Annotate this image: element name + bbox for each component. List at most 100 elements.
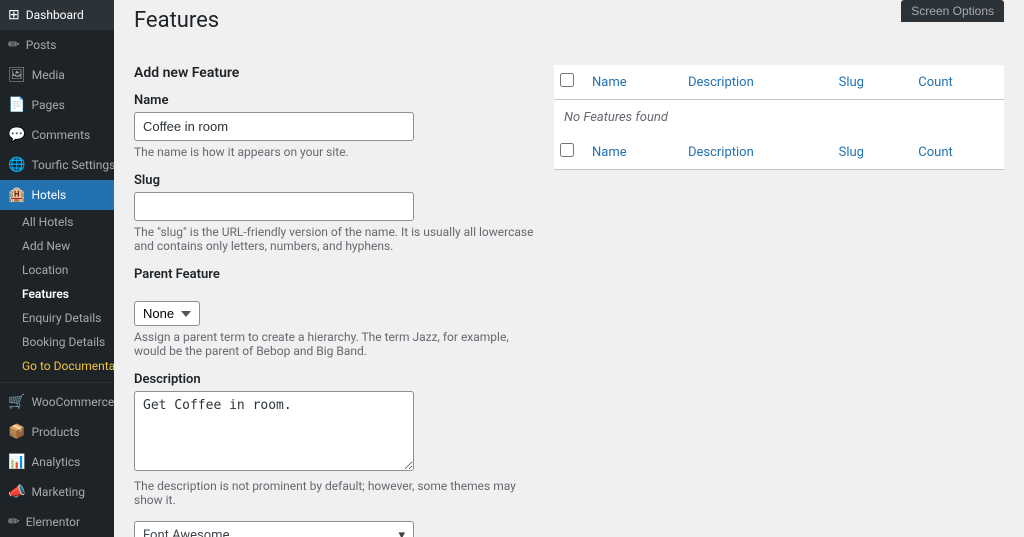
sidebar-item-label: Media (32, 68, 65, 82)
add-feature-form: Add new Feature Name The name is how it … (114, 49, 554, 537)
slug-input[interactable] (134, 192, 414, 221)
sidebar-item-label: Products (31, 425, 79, 439)
name-group: Name The name is how it appears on your … (134, 93, 534, 159)
sidebar-item-media[interactable]: 🖼 Media (0, 60, 114, 90)
all-hotels-label: All Hotels (22, 215, 73, 229)
page-header: Features (114, 8, 1024, 49)
tourfic-icon: 🌐 (8, 157, 25, 173)
col-name: Name (582, 65, 678, 100)
media-icon: 🖼 (8, 67, 26, 83)
marketing-icon: 📣 (8, 484, 25, 500)
col-slug: Slug (829, 65, 909, 100)
footer-col-name: Name (582, 135, 678, 170)
sidebar-item-posts[interactable]: ✏ Posts (0, 30, 114, 60)
top-bar: Screen Options (114, 0, 1024, 8)
header-checkbox-col (554, 65, 582, 100)
sidebar-sub-booking-details[interactable]: Booking Details (14, 330, 114, 354)
footer-col-slug-link[interactable]: Slug (839, 145, 864, 160)
sidebar-item-products[interactable]: 📦 Products (0, 417, 114, 447)
sidebar-item-woocommerce[interactable]: 🛒 WooCommerce (0, 387, 114, 417)
col-slug-link[interactable]: Slug (839, 75, 864, 90)
location-label: Location (22, 263, 68, 277)
description-label: Description (134, 372, 534, 387)
icon-type-dropdown-container: Font Awesome ▾ ✓ Font Awesome Custom (134, 521, 414, 537)
sidebar-item-elementor[interactable]: ✏ Elementor (0, 507, 114, 537)
sidebar-item-label: Posts (26, 38, 57, 52)
table-footer-row: Name Description Slug Count (554, 135, 1004, 170)
parent-group: Parent Feature None Assign a parent term… (134, 267, 534, 358)
docs-label: Go to Documentation (22, 359, 114, 373)
col-count-link[interactable]: Count (918, 75, 952, 90)
content-area: Add new Feature Name The name is how it … (114, 49, 1024, 537)
dashboard-icon: ⊞ (8, 7, 20, 23)
analytics-icon: 📊 (8, 454, 25, 470)
page-title: Features (134, 8, 1004, 33)
pages-icon: 📄 (8, 97, 25, 113)
sidebar-item-pages[interactable]: 📄 Pages (0, 90, 114, 120)
col-description-link[interactable]: Description (688, 75, 754, 90)
name-label: Name (134, 93, 534, 108)
slug-hint: The "slug" is the URL-friendly version o… (134, 225, 534, 253)
sidebar-item-marketing[interactable]: 📣 Marketing (0, 477, 114, 507)
features-label: Features (22, 287, 69, 301)
col-description: Description (678, 65, 829, 100)
sidebar-sub-add-new[interactable]: Add New (14, 234, 114, 258)
products-icon: 📦 (8, 424, 25, 440)
footer-col-slug: Slug (829, 135, 909, 170)
sidebar-item-label: Hotels (31, 188, 66, 202)
select-all-checkbox[interactable] (560, 73, 574, 87)
sidebar-sub-all-hotels[interactable]: All Hotels (14, 210, 114, 234)
sidebar-item-label: Elementor (26, 515, 80, 529)
icon-type-trigger[interactable]: Font Awesome ▾ (134, 521, 414, 537)
parent-select[interactable]: None (134, 301, 200, 326)
main-content: Screen Options Features Add new Feature … (114, 0, 1024, 537)
sidebar-item-analytics[interactable]: 📊 Analytics (0, 447, 114, 477)
screen-options-button[interactable]: Screen Options (901, 0, 1004, 22)
footer-col-name-link[interactable]: Name (592, 145, 627, 160)
sidebar-item-label: Analytics (31, 455, 80, 469)
col-name-link[interactable]: Name (592, 75, 627, 90)
sidebar-sub-docs[interactable]: Go to Documentation (14, 354, 114, 378)
sidebar: ⊞ Dashboard ✏ Posts 🖼 Media 📄 Pages 💬 Co… (0, 0, 114, 537)
parent-hint: Assign a parent term to create a hierarc… (134, 330, 534, 358)
col-count: Count (908, 65, 1004, 100)
footer-checkbox-col (554, 135, 582, 170)
divider-1 (0, 382, 114, 383)
parent-label: Parent Feature (134, 267, 534, 282)
slug-group: Slug The "slug" is the URL-friendly vers… (134, 173, 534, 253)
description-textarea[interactable] (134, 391, 414, 471)
slug-label: Slug (134, 173, 534, 188)
elementor-icon: ✏ (8, 514, 20, 530)
sidebar-item-tourfic-settings[interactable]: 🌐 Tourfic Settings (0, 150, 114, 180)
sidebar-item-comments[interactable]: 💬 Comments (0, 120, 114, 150)
footer-col-count-link[interactable]: Count (918, 145, 952, 160)
sidebar-sub-location[interactable]: Location (14, 258, 114, 282)
hotels-submenu: All Hotels Add New Location Features Enq… (0, 210, 114, 378)
footer-col-description-link[interactable]: Description (688, 145, 754, 160)
description-hint: The description is not prominent by defa… (134, 479, 534, 507)
sidebar-item-dashboard[interactable]: ⊞ Dashboard (0, 0, 114, 30)
footer-col-description: Description (678, 135, 829, 170)
table-header-row: Name Description Slug Count (554, 65, 1004, 100)
sidebar-item-hotels[interactable]: 🏨 Hotels (0, 180, 114, 210)
features-table: Name Description Slug Count (554, 65, 1004, 170)
no-items-row: No Features found (554, 100, 1004, 136)
icon-type-value: Font Awesome (143, 528, 229, 537)
sidebar-item-label: WooCommerce (31, 395, 114, 409)
sidebar-sub-enquiry-details[interactable]: Enquiry Details (14, 306, 114, 330)
sidebar-item-label: Pages (31, 98, 64, 112)
sidebar-item-label: Marketing (31, 485, 85, 499)
comments-icon: 💬 (8, 127, 25, 143)
add-new-label: Add New (22, 239, 70, 253)
footer-col-count: Count (908, 135, 1004, 170)
form-section-title: Add new Feature (134, 65, 534, 81)
sidebar-item-label: Comments (31, 128, 90, 142)
booking-details-label: Booking Details (22, 335, 105, 349)
sidebar-item-label: Dashboard (26, 8, 84, 22)
name-input[interactable] (134, 112, 414, 141)
sidebar-sub-features[interactable]: Features (14, 282, 114, 306)
name-hint: The name is how it appears on your site. (134, 145, 534, 159)
select-all-checkbox-footer[interactable] (560, 143, 574, 157)
description-group: Description The description is not promi… (134, 372, 534, 507)
woocommerce-icon: 🛒 (8, 394, 25, 410)
